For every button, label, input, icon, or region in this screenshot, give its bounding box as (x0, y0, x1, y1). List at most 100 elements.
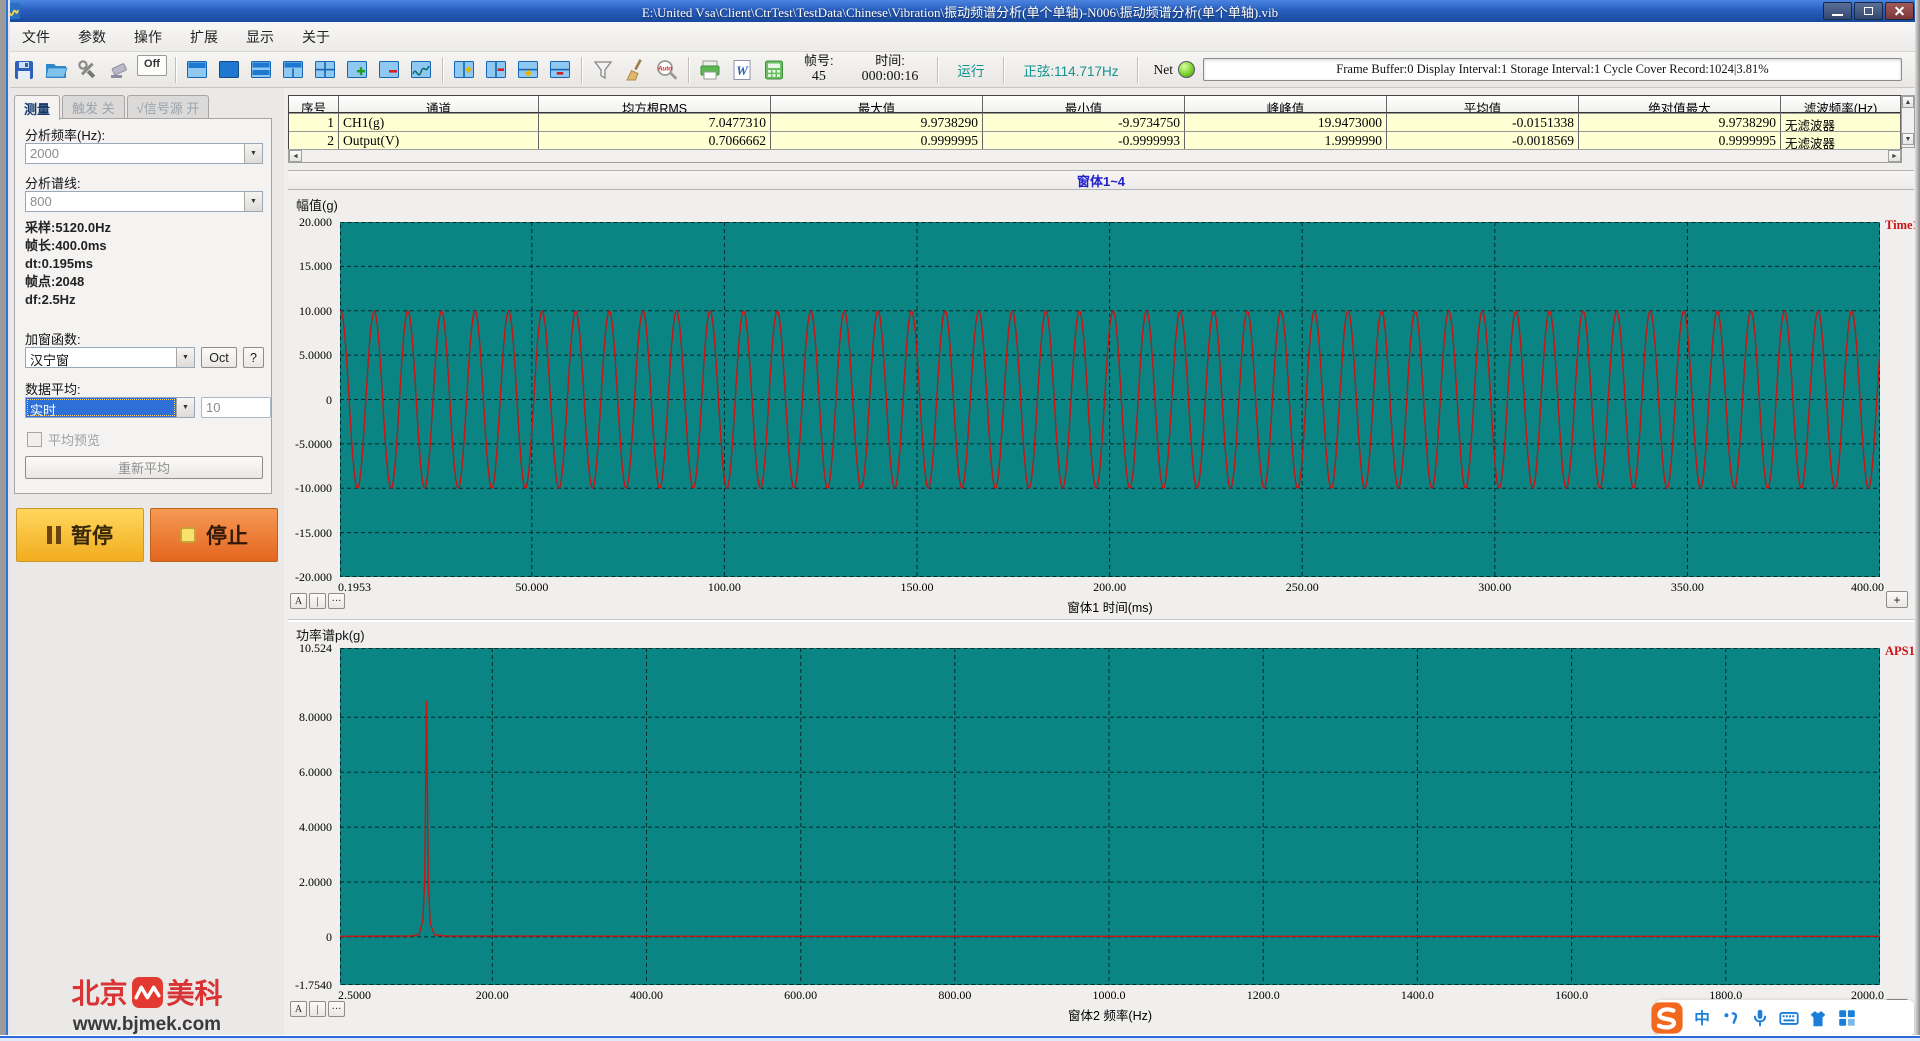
ime-chinese-icon[interactable]: 中 (1691, 1007, 1713, 1029)
table-row[interactable]: 1 CH1(g) 7.0477310 9.9738290 -9.9734750 19.94… (289, 113, 1901, 131)
titlebar[interactable]: E:\United Vsa\Client\CtrTest\TestData\Ch… (0, 0, 1920, 22)
y-tick-label: 0 (326, 392, 332, 407)
x-tick-label: 1600.0 (1555, 988, 1589, 1002)
menu-item-4[interactable]: 显示 (232, 23, 288, 51)
pane-add-right-icon[interactable] (448, 54, 480, 86)
column-header[interactable]: 最小值 (983, 96, 1185, 113)
layout-filled-icon[interactable] (213, 54, 245, 86)
maximize-button[interactable] (1854, 2, 1883, 20)
acquisition-info-line: dt:0.195ms (25, 256, 93, 271)
column-header[interactable]: 通道 (339, 96, 539, 113)
data-average-label: 数据平均: (25, 382, 81, 397)
pause-button[interactable]: 暂停 (16, 508, 144, 562)
chevron-down-icon[interactable]: ▼ (176, 398, 194, 417)
data-average-combo[interactable]: 实时 ▼ (25, 397, 195, 418)
ime-toolbox-icon[interactable] (1836, 1007, 1858, 1029)
pane-remove-right-icon[interactable] (480, 54, 512, 86)
chevron-down-icon[interactable]: ▼ (244, 144, 262, 163)
printer-icon[interactable] (694, 54, 726, 86)
acquisition-info-line: 帧点:2048 (25, 274, 85, 289)
layout-tsplit-icon[interactable] (277, 54, 309, 86)
layout-grid-icon[interactable] (309, 54, 341, 86)
time-waveform-plot[interactable] (340, 222, 1880, 577)
table-horizontal-scrollbar[interactable]: ◄ ► (288, 149, 1902, 163)
chart-cursor-button[interactable]: | (309, 1001, 326, 1017)
ime-mic-icon[interactable] (1749, 1007, 1771, 1029)
column-header[interactable]: 均方根RMS (539, 96, 771, 113)
report-icon[interactable] (758, 54, 790, 86)
stop-button[interactable]: 停止 (150, 508, 278, 562)
pane-add-bottom-icon[interactable] (512, 54, 544, 86)
table-vertical-scrollbar[interactable]: ▲ ▼ (1901, 95, 1915, 148)
eraser-icon[interactable] (104, 54, 136, 86)
chevron-down-icon[interactable]: ▼ (176, 348, 194, 367)
frame-number-label: 帧号: (804, 53, 834, 69)
zoom-plus-button[interactable]: + (1886, 591, 1908, 608)
y-tick-label: 10.000 (299, 303, 332, 318)
column-header[interactable]: 绝对值最大 (1579, 96, 1781, 113)
table-cell: 0.9999995 (1579, 131, 1781, 149)
chart-autoscale-button[interactable]: A (290, 593, 307, 609)
tools-icon[interactable] (72, 54, 104, 86)
ime-skin-icon[interactable] (1807, 1007, 1829, 1029)
average-preview-checkbox[interactable] (27, 432, 42, 447)
y-tick-label: 4.0000 (299, 820, 332, 835)
analysis-freq-combo[interactable]: 2000 ▼ (25, 143, 263, 164)
table-cell: 9.9738290 (771, 113, 983, 131)
zoom-auto-icon[interactable]: Auto (651, 54, 683, 86)
chart-autoscale-button[interactable]: A (290, 1001, 307, 1017)
menu-item-0[interactable]: 文件 (8, 23, 64, 51)
scroll-up-icon[interactable]: ▲ (1902, 96, 1914, 108)
reaverage-button[interactable]: 重新平均 (25, 456, 263, 479)
window-group-bar[interactable]: 窗体1~4 (288, 170, 1914, 190)
word-export-icon[interactable]: W (726, 54, 758, 86)
column-header[interactable]: 峰峰值 (1185, 96, 1387, 113)
scroll-left-icon[interactable]: ◄ (289, 150, 302, 162)
menu-item-3[interactable]: 扩展 (176, 23, 232, 51)
pane-remove-bottom-icon[interactable] (544, 54, 576, 86)
menu-item-1[interactable]: 参数 (64, 23, 120, 51)
ime-punctuation-icon[interactable] (1720, 1007, 1742, 1029)
minimize-button[interactable] (1823, 2, 1852, 20)
acquisition-info: 采样:5120.0Hz 帧长:400.0ms dt:0.195ms 帧点:2048 df… (25, 219, 111, 309)
window-function-label: 加窗函数: (25, 332, 81, 347)
column-header[interactable]: 滤波频率(Hz) (1781, 96, 1901, 113)
sidebar-tab-2[interactable]: √信号源 开 (126, 95, 210, 119)
power-spectrum-plot[interactable] (340, 648, 1880, 985)
ime-keyboard-icon[interactable] (1778, 1007, 1800, 1029)
sogou-icon[interactable] (1650, 1001, 1684, 1035)
help-button[interactable]: ? (243, 347, 264, 368)
sidebar-tab-0[interactable]: 测量 (14, 95, 61, 120)
chart-cursor-button[interactable]: | (309, 593, 326, 609)
window-function-combo[interactable]: 汉宁窗 ▼ (25, 347, 195, 368)
chart-options-button[interactable]: ··· (328, 1001, 345, 1017)
menu-item-5[interactable]: 关于 (288, 23, 344, 51)
layout-rows-icon[interactable] (245, 54, 277, 86)
layout-single-icon[interactable] (181, 54, 213, 86)
open-folder-icon[interactable] (40, 54, 72, 86)
table-row[interactable]: 2 Output(V) 0.7066662 0.9999995 -0.9999993 1.… (289, 131, 1901, 149)
chart-options-button[interactable]: ··· (328, 593, 345, 609)
layout-curve-icon[interactable] (405, 54, 437, 86)
off-button[interactable]: Off (137, 55, 167, 76)
scroll-right-icon[interactable]: ► (1888, 150, 1901, 162)
layout-remove-icon[interactable] (373, 54, 405, 86)
sidebar-tab-1[interactable]: 触发 关 (62, 95, 125, 119)
filter-funnel-icon[interactable] (587, 54, 619, 86)
chevron-down-icon[interactable]: ▼ (244, 192, 262, 211)
analysis-lines-combo[interactable]: 800 ▼ (25, 191, 263, 212)
scroll-down-icon[interactable]: ▼ (1902, 133, 1914, 145)
menu-item-2[interactable]: 操作 (120, 23, 176, 51)
close-button[interactable] (1885, 2, 1914, 20)
average-count-input[interactable] (201, 397, 271, 418)
oct-button[interactable]: Oct (201, 347, 237, 368)
save-icon[interactable] (8, 54, 40, 86)
menu-bar: 文件 参数 操作 扩展 显示 关于 (0, 22, 1920, 52)
column-header[interactable]: 序号 (289, 96, 339, 113)
x-tick-label: 350.00 (1670, 580, 1704, 594)
broom-icon[interactable] (619, 54, 651, 86)
column-header[interactable]: 最大值 (771, 96, 983, 113)
table-cell: -0.9999993 (983, 131, 1185, 149)
layout-add-icon[interactable] (341, 54, 373, 86)
column-header[interactable]: 平均值 (1387, 96, 1579, 113)
